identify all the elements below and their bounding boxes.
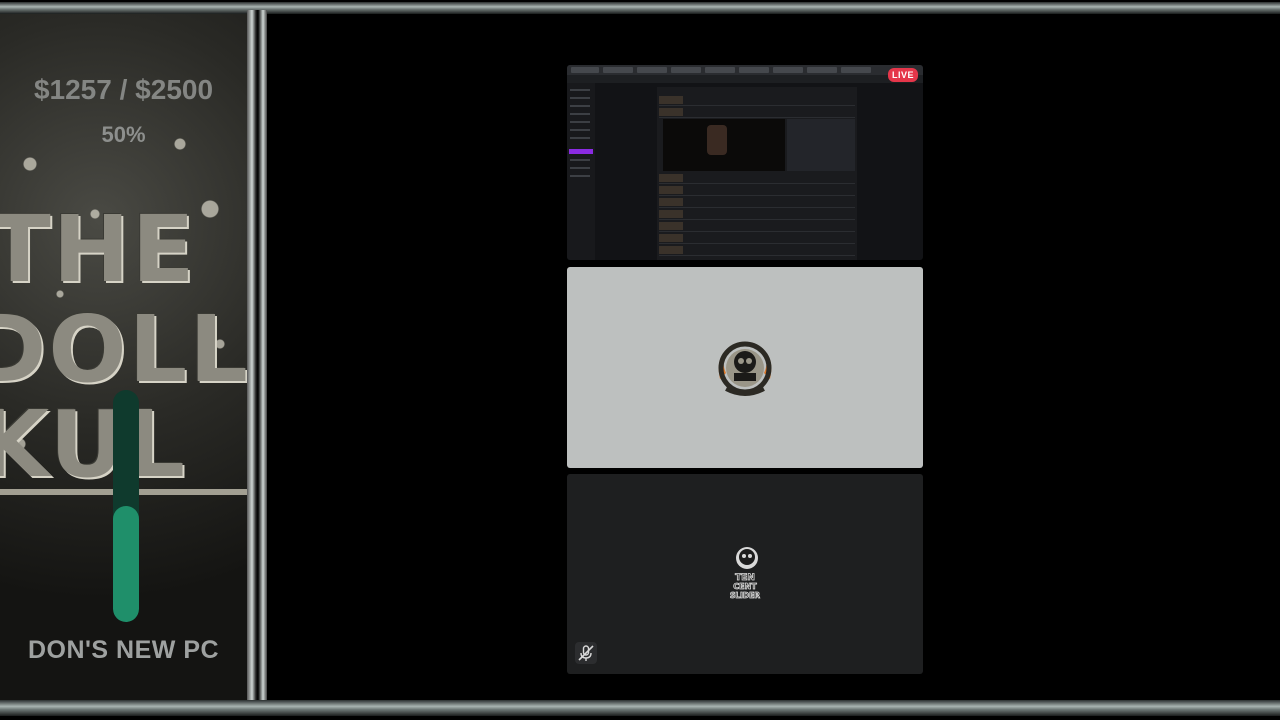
goal-label: DON'S NEW PC	[27, 636, 220, 664]
frame-top-bar	[0, 2, 1280, 14]
goal-progress-track	[113, 390, 139, 622]
mic-off-icon[interactable]	[575, 642, 597, 664]
screen-share-tile[interactable]: LIVE	[567, 65, 923, 260]
goal-progress-fill	[113, 506, 139, 622]
frame-bottom-bar	[0, 700, 1280, 716]
background-logo-line: DOLL	[0, 296, 247, 403]
video-preview	[663, 119, 785, 171]
browser-address-bar	[567, 75, 923, 83]
skull-logo-icon	[718, 341, 772, 396]
stream-main-area: LIVE TEN CENT SLIDER	[267, 14, 1280, 700]
browser-sidebar	[567, 83, 595, 260]
browser-tabbar	[567, 65, 923, 75]
webcam-tile-2[interactable]: TEN CENT SLIDER	[567, 474, 923, 674]
goal-percent: 50%	[101, 122, 146, 147]
video-details	[787, 119, 855, 171]
goal-amount: $1257 / $2500	[33, 74, 214, 105]
live-badge: LIVE	[887, 68, 918, 82]
ten-cent-slider-logo: TEN CENT SLIDER	[730, 547, 761, 600]
frame-divider	[247, 10, 267, 706]
svg-text:SLIDER: SLIDER	[730, 591, 760, 600]
background-logo-line: THE	[0, 196, 197, 303]
webcam-tile-1[interactable]	[567, 267, 923, 468]
svg-text:CENT: CENT	[733, 582, 757, 591]
browser-content	[657, 87, 857, 260]
donation-goal-panel: THE DOLL KUL $1257 / $2500 50% DON'S NEW…	[0, 14, 247, 704]
